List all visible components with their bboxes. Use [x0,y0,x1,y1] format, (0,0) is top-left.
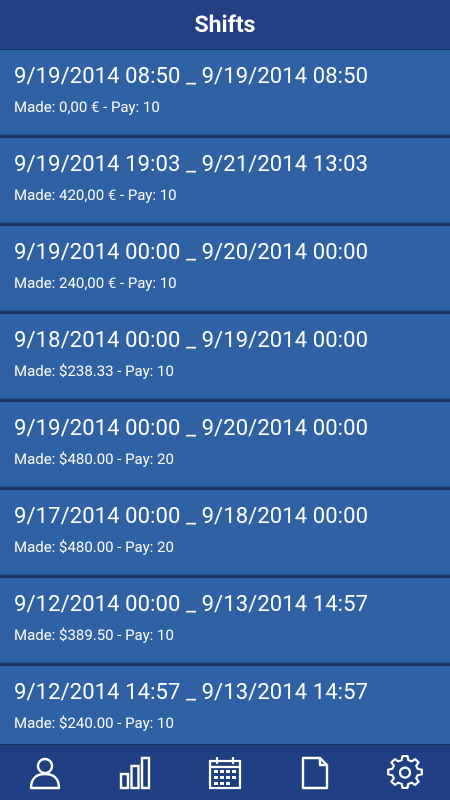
shift-item[interactable]: 9/19/2014 00:00 _ 9/20/2014 00:00 Made: … [0,226,450,311]
page-title: Shifts [194,11,256,38]
shift-item[interactable]: 9/19/2014 08:50 _ 9/19/2014 08:50 Made: … [0,50,450,135]
shift-item[interactable]: 9/19/2014 19:03 _ 9/21/2014 13:03 Made: … [0,138,450,223]
shift-date-range: 9/17/2014 00:00 _ 9/18/2014 00:00 [14,504,369,529]
shift-item[interactable]: 9/17/2014 00:00 _ 9/18/2014 00:00 Made: … [0,490,450,575]
tab-settings[interactable] [360,745,450,800]
calendar-icon [208,756,242,789]
tab-calendar[interactable] [180,745,270,800]
shift-earnings: Made: $238.33 - Pay: 10 [14,362,174,380]
shift-earnings: Made: 240,00 € - Pay: 10 [14,274,177,292]
shift-item[interactable]: 9/19/2014 00:00 _ 9/20/2014 00:00 Made: … [0,402,450,487]
app-window: Shifts 9/19/2014 08:50 _ 9/19/2014 08:50… [0,0,450,800]
shift-list[interactable]: 9/19/2014 08:50 _ 9/19/2014 08:50 Made: … [0,50,450,744]
bar-chart-icon [119,756,151,789]
user-icon [29,757,61,789]
shift-earnings: Made: $389.50 - Pay: 10 [14,626,174,644]
shift-earnings: Made: $480.00 - Pay: 20 [14,450,174,468]
document-icon [301,756,329,789]
shift-date-range: 9/12/2014 14:57 _ 9/13/2014 14:57 [14,680,369,705]
tab-notes[interactable] [270,745,360,800]
shift-date-range: 9/19/2014 19:03 _ 9/21/2014 13:03 [14,152,369,177]
tab-reports[interactable] [90,745,180,800]
shift-date-range: 9/19/2014 00:00 _ 9/20/2014 00:00 [14,240,369,265]
shift-earnings: Made: 0,00 € - Pay: 10 [14,98,160,116]
shift-earnings: Made: 420,00 € - Pay: 10 [14,186,177,204]
shift-date-range: 9/12/2014 00:00 _ 9/13/2014 14:57 [14,592,369,617]
shift-date-range: 9/19/2014 08:50 _ 9/19/2014 08:50 [14,64,369,89]
bottom-tab-bar [0,744,450,800]
shift-item[interactable]: 9/18/2014 00:00 _ 9/19/2014 00:00 Made: … [0,314,450,399]
shift-item[interactable]: 9/12/2014 14:57 _ 9/13/2014 14:57 Made: … [0,666,450,744]
shift-date-range: 9/18/2014 00:00 _ 9/19/2014 00:00 [14,328,369,353]
shift-date-range: 9/19/2014 00:00 _ 9/20/2014 00:00 [14,416,369,441]
gear-icon [387,754,423,789]
shift-earnings: Made: $480.00 - Pay: 20 [14,538,174,556]
shift-item[interactable]: 9/12/2014 00:00 _ 9/13/2014 14:57 Made: … [0,578,450,663]
tab-profile[interactable] [0,745,90,800]
shift-earnings: Made: $240.00 - Pay: 10 [14,714,174,732]
header-bar: Shifts [0,0,450,50]
